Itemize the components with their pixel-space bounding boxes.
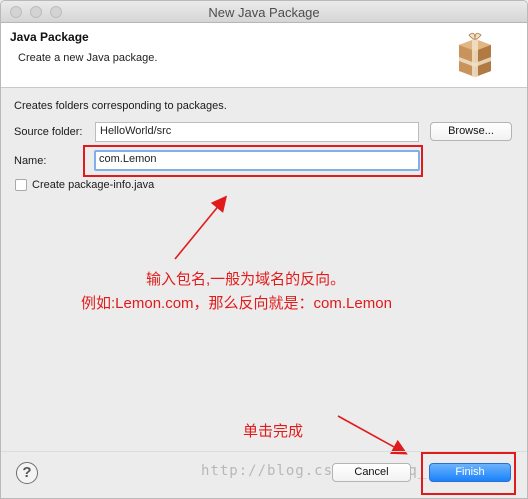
name-highlight-box	[83, 145, 423, 177]
finish-highlight-box	[421, 452, 516, 495]
window-title: New Java Package	[208, 5, 320, 20]
new-java-package-dialog: New Java Package Java Package Create a n…	[0, 0, 528, 499]
wizard-banner: Java Package Create a new Java package.	[1, 23, 527, 88]
source-folder-input[interactable]: HelloWorld/src	[95, 122, 419, 142]
browse-button[interactable]: Browse...	[430, 122, 512, 141]
banner-description: Create a new Java package.	[18, 52, 158, 64]
create-package-info-label[interactable]: Create package-info.java	[32, 179, 154, 191]
name-label: Name:	[14, 155, 47, 167]
arrow-to-finish-button	[337, 415, 408, 455]
annotation-finish-hint: 单击完成	[243, 423, 304, 440]
annotation-line-2: 例如:Lemon.com，那么反向就是：com.Lemon	[81, 295, 392, 312]
help-icon[interactable]: ?	[16, 462, 38, 484]
arrow-to-name-field	[174, 195, 228, 260]
title-bar: New Java Package	[1, 1, 527, 23]
cancel-button[interactable]: Cancel	[332, 463, 411, 482]
wizard-hint: Creates folders corresponding to package…	[14, 100, 227, 112]
package-icon	[459, 32, 491, 77]
source-folder-label: Source folder:	[14, 126, 83, 138]
banner-title: Java Package	[10, 30, 89, 44]
create-package-info-checkbox[interactable]	[15, 179, 27, 191]
annotation-line-1: 输入包名,一般为域名的反向。	[146, 271, 346, 288]
